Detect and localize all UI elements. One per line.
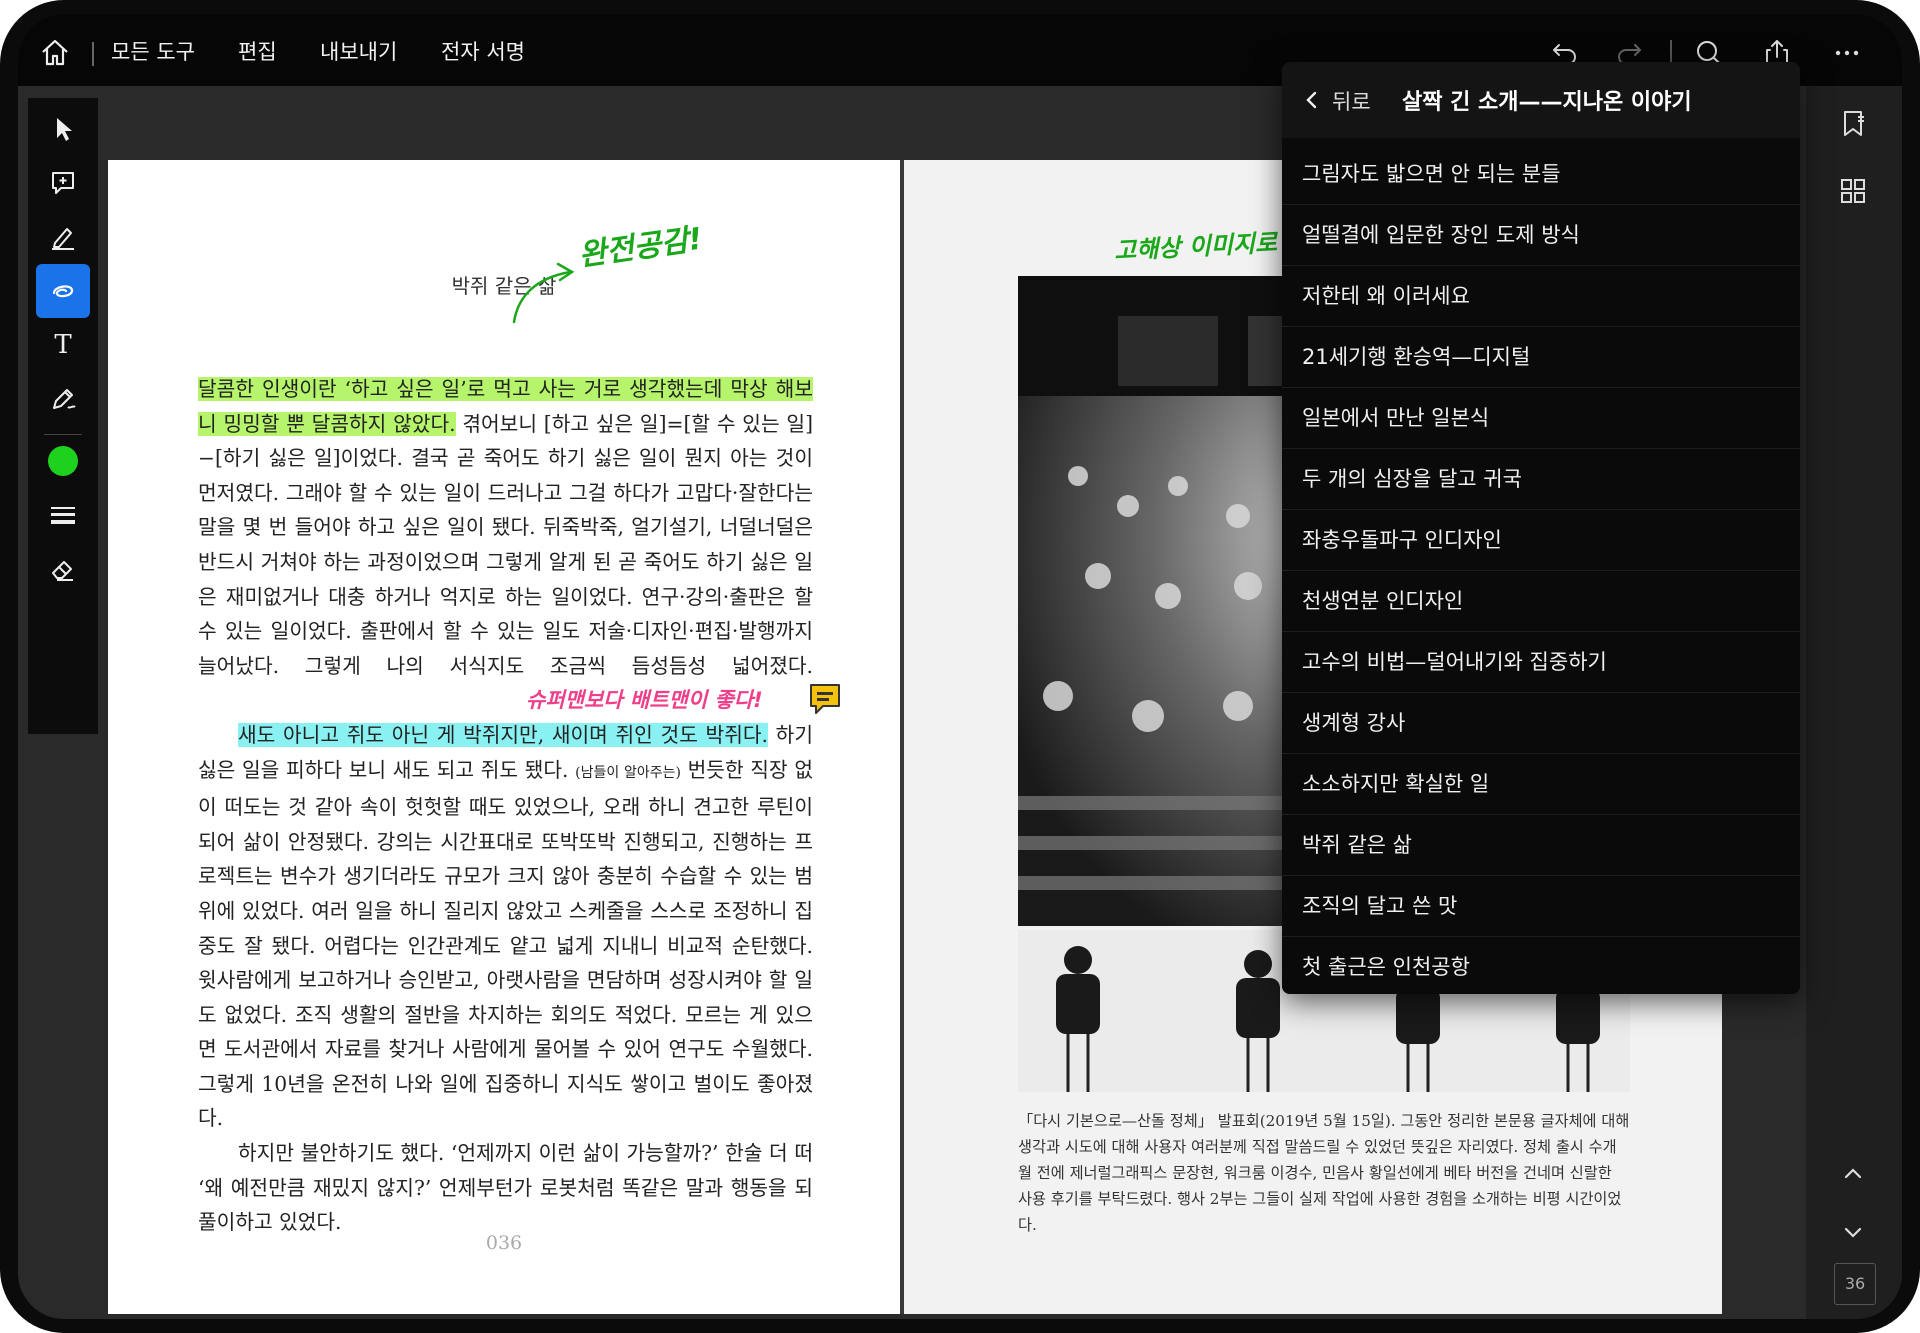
handwritten-note-green-2[interactable]: 고해상 이미지로 변	[1113, 221, 1309, 266]
running-head: 박쥐 같은 삶	[451, 274, 557, 298]
left-page: 박쥐 같은 삶 완전공감! 달콤한 인생이란 ‘하고 싶은 일’로 먹고 사는 …	[108, 160, 900, 1314]
add-comment-tool[interactable]	[36, 156, 90, 210]
handwritten-note-green[interactable]: 완전공감!	[576, 214, 705, 275]
color-swatch[interactable]	[48, 446, 78, 476]
app-screen: 모든 도구 편집 내보내기 전자 서명 T 박쥐 같은 삶 완전공감! 달콤한 …	[18, 14, 1902, 1319]
paragraph-text: 번듯한 직장 없이 떠도는 것 같아 속이 헛헛할 때도 있었으나, 오래 하니…	[198, 757, 813, 1131]
toc-back-button[interactable]: 뒤로	[1332, 86, 1371, 116]
annotation-arrow	[512, 262, 575, 324]
home-icon[interactable]	[38, 36, 72, 70]
pen-tool[interactable]	[36, 372, 90, 426]
toc-header: 뒤로 살짝 긴 소개——지나온 이야기	[1282, 62, 1800, 138]
menu-e-signature[interactable]: 전자 서명	[441, 36, 525, 66]
toc-item[interactable]: 일본에서 만난 일본식	[1282, 388, 1800, 449]
highlight-cyan[interactable]: 새도 아니고 쥐도 아닌 게 박쥐지만, 새이며 쥐인 것도 박쥐다.	[238, 722, 768, 747]
select-tool[interactable]	[36, 102, 90, 156]
toc-item[interactable]: 좌충우돌파구 인디자인	[1282, 510, 1800, 571]
toolbar-divider	[92, 42, 94, 66]
handwritten-note-pink[interactable]: 슈퍼맨보다 배트맨이 좋다!	[526, 684, 763, 714]
chevron-up-icon[interactable]	[1838, 1158, 1868, 1188]
toc-item[interactable]: 저한테 왜 이러세요	[1282, 266, 1800, 327]
eraser-icon	[52, 561, 73, 581]
more-icon[interactable]	[1830, 36, 1864, 70]
menu-export[interactable]: 내보내기	[320, 36, 397, 66]
paragraph-text: 겪어보니 [하고 싶은 일]=[할 수 있는 일]−[하기 싫은 일]이었다. …	[198, 411, 813, 678]
lasso-tool[interactable]	[36, 264, 90, 318]
toc-list: 그림자도 밟으면 안 되는 분들 얼떨결에 입문한 장인 도제 방식 저한테 왜…	[1282, 144, 1800, 994]
panel-divider	[44, 434, 82, 435]
toc-item[interactable]: 두 개의 심장을 달고 귀국	[1282, 449, 1800, 510]
select-arrow-icon	[57, 118, 72, 141]
page-number-indicator[interactable]: 36	[1834, 1263, 1876, 1305]
chevron-left-icon[interactable]	[1300, 88, 1324, 112]
note-icon[interactable]	[808, 682, 842, 716]
thumbnails-icon[interactable]	[1838, 176, 1868, 206]
toc-item[interactable]: 소소하지만 확실한 일	[1282, 754, 1800, 815]
right-side-toolbar: 36	[1806, 86, 1902, 1319]
toc-item[interactable]: 조직의 달고 쓴 맛	[1282, 876, 1800, 937]
toc-item[interactable]: 얼떨결에 입문한 장인 도제 방식	[1282, 205, 1800, 266]
toc-section-title: 살짝 긴 소개——지나온 이야기	[1402, 90, 1692, 115]
chevron-down-icon[interactable]	[1838, 1218, 1868, 1248]
text-tool-icon: T	[54, 330, 72, 360]
toc-item[interactable]: 첫 출근은 인천공항	[1282, 937, 1800, 994]
toc-item[interactable]: 박쥐 같은 삶	[1282, 815, 1800, 876]
toc-item[interactable]: 그림자도 밟으면 안 되는 분들	[1282, 144, 1800, 205]
toc-item[interactable]: 고수의 비법—덜어내기와 집중하기	[1282, 632, 1800, 693]
photo-caption: 「다시 기본으로—산돌 정체」 발표회(2019년 5월 15일). 그동안 정…	[1018, 1112, 1630, 1234]
paragraph-aside: (남들이 알아주는)	[575, 764, 681, 781]
toc-item[interactable]: 21세기행 환승역—디지털	[1282, 327, 1800, 388]
body-text: 달콤한 인생이란 ‘하고 싶은 일’로 먹고 사는 거로 생각했는데 막상 해보…	[198, 372, 813, 1240]
toc-item[interactable]: 생계형 강사	[1282, 693, 1800, 754]
menu-edit[interactable]: 편집	[238, 36, 277, 66]
lasso-icon	[52, 285, 74, 298]
highlighter-icon	[52, 228, 74, 250]
highlighter-tool[interactable]	[36, 210, 90, 264]
page-folio: 036	[485, 1232, 523, 1254]
tablet-frame: 모든 도구 편집 내보내기 전자 서명 T 박쥐 같은 삶 완전공감! 달콤한 …	[0, 0, 1920, 1333]
menu-all-tools[interactable]: 모든 도구	[111, 36, 195, 66]
stroke-width-tool[interactable]	[36, 488, 90, 542]
toc-item[interactable]: 천생연분 인디자인	[1282, 571, 1800, 632]
paragraph-text: 하지만 불안하기도 했다. ‘언제까지 이런 삶이 가능할까?’ 한술 더 떠 …	[198, 1141, 813, 1235]
bookmark-icon[interactable]	[1838, 108, 1868, 138]
pen-tool-icon	[53, 389, 76, 409]
text-tool[interactable]: T	[36, 318, 90, 372]
add-comment-icon	[52, 172, 74, 194]
eraser-tool[interactable]	[36, 542, 90, 596]
annotation-tool-panel: T	[28, 98, 98, 734]
stroke-width-icon	[51, 507, 75, 524]
toc-dropdown: 뒤로 살짝 긴 소개——지나온 이야기 그림자도 밟으면 안 되는 분들 얼떨결…	[1282, 62, 1800, 994]
